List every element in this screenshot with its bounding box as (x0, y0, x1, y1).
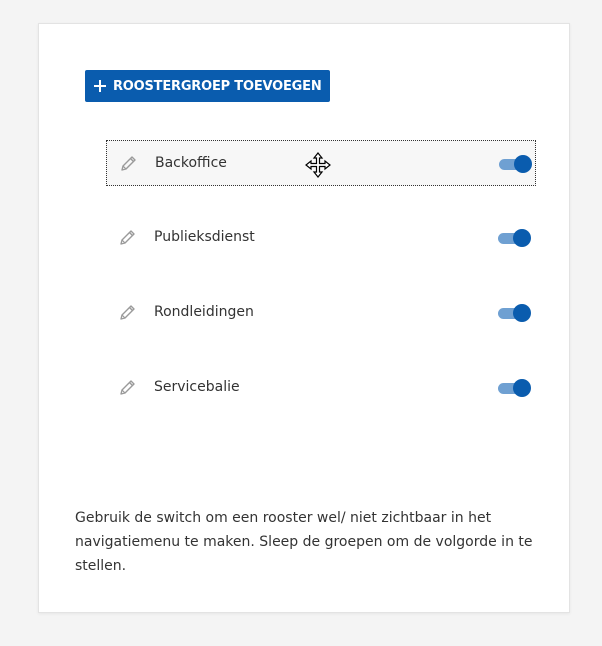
toggle-knob (513, 379, 531, 397)
group-label: Backoffice (155, 155, 227, 171)
toggle-knob (514, 155, 532, 173)
pencil-icon[interactable] (117, 378, 137, 398)
group-row-rondleidingen[interactable]: Rondleidingen (106, 290, 536, 336)
toggle-knob (513, 304, 531, 322)
schedule-groups-panel: ROOSTERGROEP TOEVOEGEN Backoffice Publie… (38, 23, 570, 613)
visibility-toggle[interactable] (498, 229, 531, 247)
add-schedule-group-label: ROOSTERGROEP TOEVOEGEN (113, 78, 322, 94)
add-schedule-group-button[interactable]: ROOSTERGROEP TOEVOEGEN (85, 70, 330, 102)
pencil-icon[interactable] (118, 154, 138, 174)
plus-icon (94, 80, 106, 92)
group-row-servicebalie[interactable]: Servicebalie (106, 365, 536, 411)
move-cursor-icon (305, 152, 331, 178)
group-label: Servicebalie (154, 379, 240, 395)
visibility-toggle[interactable] (498, 379, 531, 397)
group-row-backoffice[interactable]: Backoffice (106, 140, 536, 186)
toggle-knob (513, 229, 531, 247)
group-label: Rondleidingen (154, 304, 254, 320)
pencil-icon[interactable] (117, 228, 137, 248)
group-label: Publieksdienst (154, 229, 255, 245)
visibility-toggle[interactable] (498, 304, 531, 322)
group-row-publieksdienst[interactable]: Publieksdienst (106, 215, 536, 261)
visibility-toggle[interactable] (499, 155, 532, 173)
help-text: Gebruik de switch om een rooster wel/ ni… (75, 510, 533, 574)
pencil-icon[interactable] (117, 303, 137, 323)
